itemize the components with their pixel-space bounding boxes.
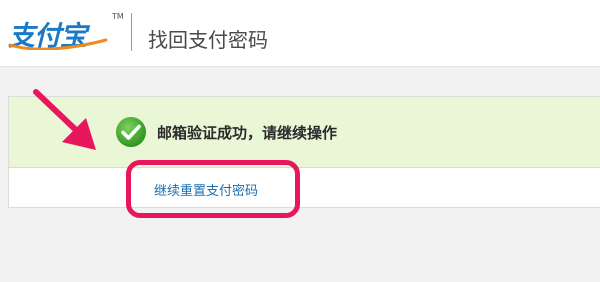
- success-banner: 邮箱验证成功，请继续操作: [9, 97, 600, 168]
- header-divider: [131, 13, 132, 51]
- header: 支付宝 TM 找回支付密码: [0, 0, 600, 67]
- logo-trademark: TM: [112, 12, 124, 21]
- continue-reset-link[interactable]: 继续重置支付密码: [154, 180, 258, 199]
- check-circle-icon: [116, 117, 146, 147]
- page-title: 找回支付密码: [148, 28, 268, 52]
- logo-swoosh-icon: [8, 38, 108, 50]
- alipay-logo[interactable]: 支付宝 TM: [8, 10, 124, 54]
- result-panel: 邮箱验证成功，请继续操作 继续重置支付密码: [8, 96, 600, 208]
- success-message: 邮箱验证成功，请继续操作: [157, 124, 338, 142]
